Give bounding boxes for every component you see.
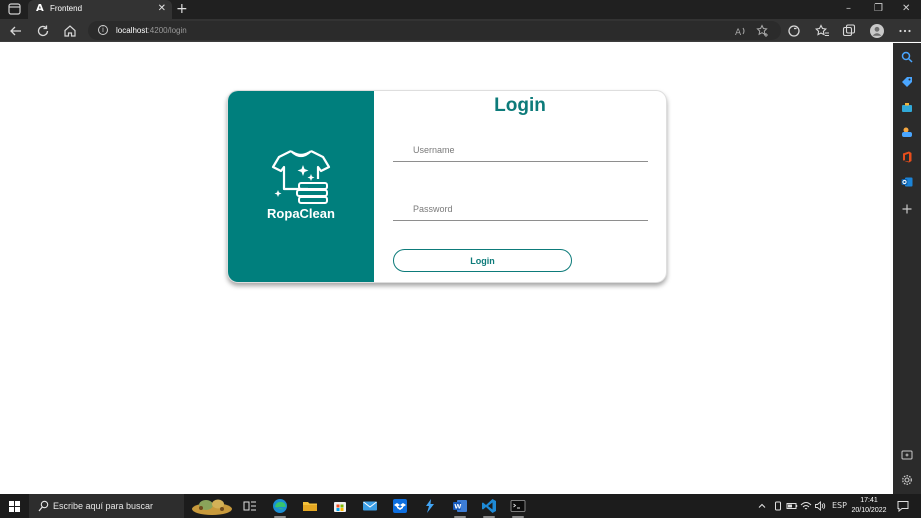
read-aloud-icon[interactable]: A — [734, 24, 748, 38]
tshirt-laundry-logo-icon — [271, 150, 331, 204]
url-path: :4200/login — [147, 26, 187, 35]
profile-avatar-icon[interactable] — [869, 23, 885, 39]
search-icon[interactable] — [901, 51, 913, 63]
taskbar-search-box[interactable]: Escribe aquí para buscar — [29, 494, 184, 518]
more-icon[interactable] — [897, 23, 913, 39]
show-hidden-icons-icon[interactable] — [756, 500, 768, 512]
vscode-icon[interactable] — [481, 498, 497, 514]
login-button[interactable]: Login — [393, 249, 572, 272]
back-icon[interactable] — [8, 23, 24, 39]
system-clock[interactable]: 17:41 20/10/2022 — [848, 496, 890, 516]
shopping-tag-icon[interactable] — [901, 76, 913, 88]
page-viewport: RopaClean Login Login — [0, 43, 893, 494]
tab-actions-icon[interactable] — [8, 3, 21, 15]
tab-title: Frontend — [50, 4, 83, 13]
login-card: RopaClean Login Login — [227, 90, 667, 283]
username-input[interactable] — [393, 138, 648, 162]
browser-tab[interactable]: A Frontend ✕ — [28, 0, 172, 19]
usb-device-icon[interactable] — [772, 500, 784, 512]
url-host: localhost — [116, 26, 148, 35]
brand-panel: RopaClean — [228, 91, 374, 282]
home-icon[interactable] — [62, 23, 78, 39]
task-view-icon[interactable] — [242, 498, 258, 514]
windows-taskbar: Escribe aquí para buscar W ESP 17:41 20/… — [0, 494, 921, 518]
edge-sidebar — [893, 43, 921, 494]
add-favorite-icon[interactable] — [756, 24, 770, 38]
volume-icon[interactable] — [814, 500, 826, 512]
refresh-icon[interactable] — [35, 23, 51, 39]
close-window-button[interactable]: ✕ — [902, 2, 910, 16]
tools-icon[interactable] — [901, 101, 913, 113]
store-icon[interactable] — [332, 498, 348, 514]
new-tab-button[interactable]: + — [176, 1, 188, 17]
games-icon[interactable] — [901, 126, 913, 138]
brand-name: RopaClean — [267, 206, 335, 221]
screenshot-icon[interactable] — [901, 449, 913, 461]
news-widget-icon[interactable] — [189, 496, 235, 516]
site-info-icon[interactable]: i — [98, 25, 108, 35]
clock-date: 20/10/2022 — [851, 507, 887, 514]
wifi-icon[interactable] — [800, 500, 812, 512]
visual-studio-icon[interactable] — [422, 498, 438, 514]
dropbox-icon[interactable] — [392, 498, 408, 514]
taskbar-search-icon — [38, 500, 49, 512]
notifications-icon[interactable] — [896, 499, 910, 513]
address-url[interactable]: localhost:4200/login — [116, 25, 187, 36]
extension-icon[interactable] — [786, 23, 802, 39]
office-icon[interactable] — [901, 151, 913, 163]
browser-tab-strip: A Frontend ✕ + – ❐ ✕ — [0, 0, 921, 19]
file-explorer-icon[interactable] — [302, 498, 318, 514]
browser-toolbar: i localhost:4200/login A — [0, 19, 921, 42]
edge-icon[interactable] — [272, 498, 288, 514]
password-input[interactable] — [393, 197, 648, 221]
clock-time: 17:41 — [860, 497, 878, 504]
windows-start-icon[interactable] — [9, 501, 20, 512]
battery-icon[interactable] — [786, 500, 798, 512]
address-bar[interactable]: i localhost:4200/login A — [88, 21, 781, 40]
language-indicator[interactable]: ESP — [832, 500, 847, 512]
login-title: Login — [494, 95, 546, 116]
add-icon[interactable] — [901, 203, 913, 215]
restore-button[interactable]: ❐ — [874, 2, 883, 16]
collections-icon[interactable] — [841, 23, 857, 39]
outlook-icon[interactable] — [901, 176, 913, 188]
angular-favicon-icon: A — [36, 3, 44, 14]
svg-text:W: W — [454, 503, 461, 511]
favorites-icon[interactable] — [814, 23, 830, 39]
word-icon[interactable]: W — [452, 498, 468, 514]
minimize-button[interactable]: – — [846, 2, 851, 16]
svg-text:A: A — [735, 28, 742, 38]
mail-icon[interactable] — [362, 498, 378, 514]
tab-close-icon[interactable]: ✕ — [158, 3, 166, 15]
taskbar-search-placeholder: Escribe aquí para buscar — [53, 501, 154, 511]
settings-icon[interactable] — [901, 474, 913, 486]
terminal-icon[interactable] — [510, 498, 526, 514]
